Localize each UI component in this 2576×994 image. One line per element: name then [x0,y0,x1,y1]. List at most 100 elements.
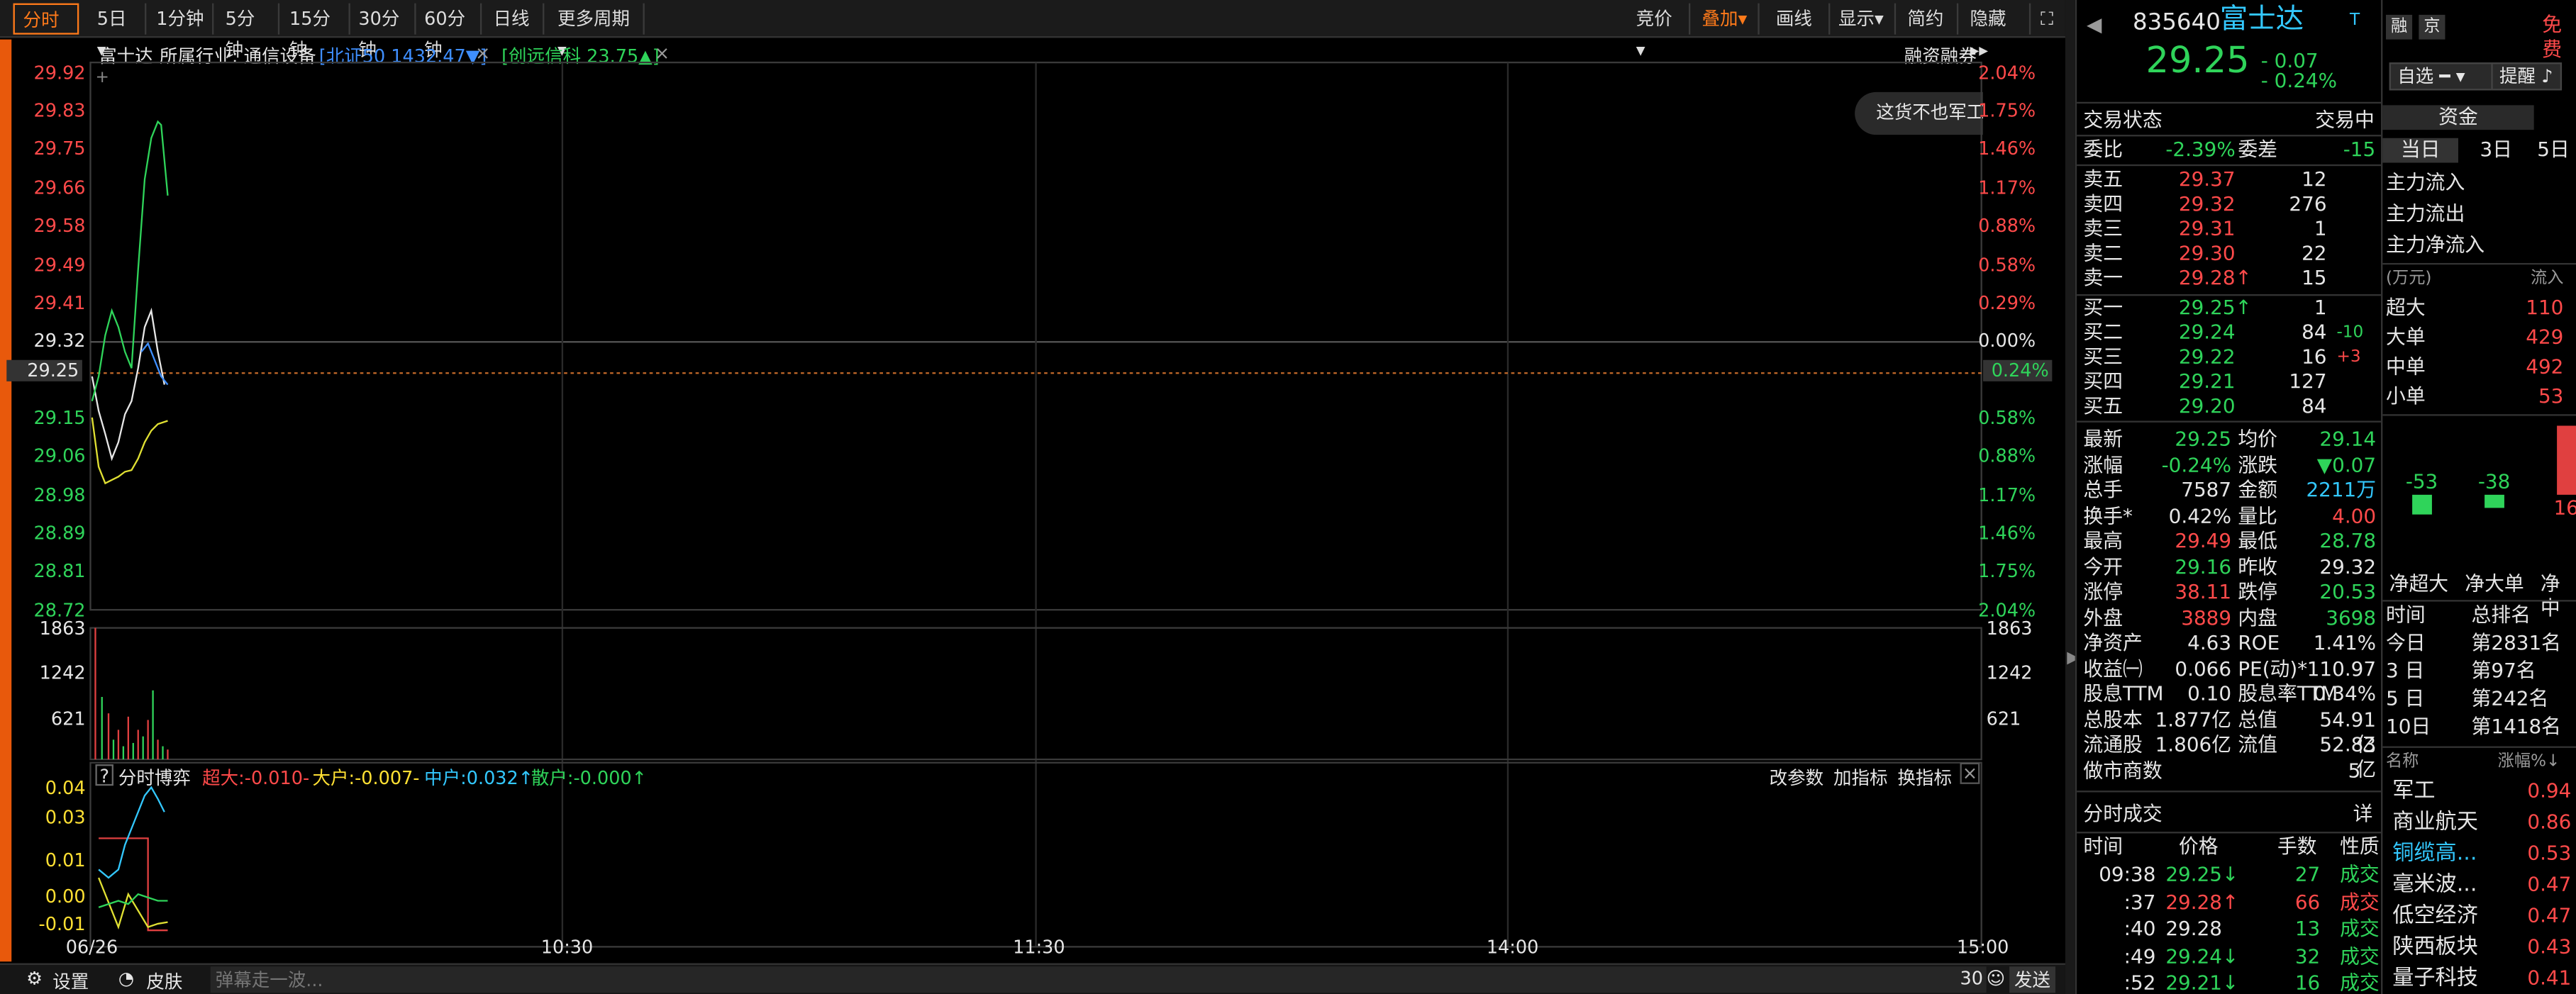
weibi-label: 委比 [2083,138,2123,162]
stat-value: 29.25 [2175,427,2232,451]
bid-volume: 127 [2289,369,2327,393]
indicator-axis: 0.04 [45,777,86,799]
trade-price: 29.28 [2165,917,2222,941]
volume-axis-right: 1242 [1986,662,2033,684]
indicator-large: 大户:-0.007- [312,767,420,789]
sector-name[interactable]: 毫米波... [2392,873,2477,898]
bid-volume: 84 [2302,320,2327,344]
tab-5min[interactable]: 5分钟 [217,3,280,61]
stat-label: ROE [2238,631,2280,654]
tab-1min[interactable]: 1分钟 [148,3,214,35]
trade-time: 09:38 [2099,863,2156,886]
close-icon[interactable]: × [1960,762,1980,784]
sector-name[interactable]: 商业航天 [2392,810,2478,835]
sector-header-pct[interactable]: 涨幅%↓ [2498,749,2560,774]
stat-value: 52.83亿 [2319,733,2377,781]
hide-button[interactable]: 隐藏▸▸ [1962,3,2031,61]
stat-label: 最高 [2083,529,2123,552]
sector-name[interactable]: 低空经济 [2392,904,2478,929]
stat-value: 0.42% [2168,503,2232,527]
net-large-value: -38 [2477,470,2511,493]
intraday-chart [89,61,1982,948]
volume-axis: 621 [50,708,86,730]
ask-volume: 276 [2289,192,2327,216]
tab-fenshi[interactable]: 分时 [13,3,79,35]
stat-value: 29.16 [2175,554,2232,578]
tab-5day[interactable]: 5日 [2537,138,2570,163]
price-change-pct: - 0.24% [2260,69,2338,92]
ask-level-label: 卖五 [2083,167,2123,191]
trades-header: 价格 [2178,834,2219,859]
bid-delta: +3 [2336,348,2361,367]
free-label[interactable]: 免费 [2542,13,2576,61]
trade-price: 29.28↑ [2165,890,2239,913]
trade-price: 29.25↓ [2165,863,2239,886]
trades-detail-button[interactable]: 详 [2353,802,2373,827]
simple-button[interactable]: 简约 [1899,3,1959,35]
edit-params-button[interactable]: 改参数 [1770,764,1824,791]
market-maker-value: 5 [2348,759,2361,783]
gear-icon[interactable]: ⚙ [26,968,43,990]
sector-name[interactable]: 陕西板块 [2392,935,2478,960]
skin-icon[interactable]: ◔ [118,968,134,990]
send-button[interactable]: 发送 [2009,966,2055,993]
draw-button[interactable]: 画线 [1767,3,1831,35]
emoji-icon[interactable]: ☺ [1987,968,2006,990]
price-axis-left: 29.92 [33,62,86,84]
net-medium-value: 16 [2553,496,2576,520]
fullscreen-icon[interactable]: ⛶ [2033,4,2063,35]
settings-button[interactable]: 设置 [52,968,89,994]
rank-period: 今日 [2385,631,2426,654]
tab-5day[interactable]: 5日 ▾ [89,3,147,61]
pct-axis-right: 0.00% [1978,330,2036,352]
danmaku-input[interactable] [210,966,1987,993]
stat-value: 54.91亿 [2319,708,2377,756]
trade-type: 成交 [2340,944,2380,968]
change-indicator-button[interactable]: 换指标 [1897,764,1952,791]
rank-period: 10日 [2385,715,2431,738]
fund-flow-panel: 免费 自选 ━ ▾ 融 京 提醒 ♪ 资金 当日 3日 5日 主力流入 主力流出… [2381,0,2576,994]
bid-price: 29.24 [2178,320,2236,344]
rong-badge: 融 [2385,14,2413,40]
help-icon[interactable]: ? [95,764,113,788]
trade-volume: 32 [2294,944,2321,968]
fund-tab[interactable]: 资金 [2382,105,2534,130]
tab-daily[interactable]: 日线 [485,3,545,35]
chevron-left-icon[interactable]: ◀ [2087,13,2102,38]
bid-volume: 84 [2302,394,2327,418]
tab-15min[interactable]: 15分钟 [281,3,350,61]
add-indicator-button[interactable]: 加指标 [1833,764,1888,791]
panel-splitter[interactable] [2065,0,2075,994]
time-axis-label: 10:30 [540,937,594,959]
tab-30min[interactable]: 30分钟 [350,3,416,61]
display-button[interactable]: 显示▾ [1830,3,1897,35]
trade-time: :40 [2123,917,2156,941]
skin-button[interactable]: 皮肤 [146,968,182,994]
sector-change: 0.53 [2527,842,2572,865]
pct-axis-right: 0.88% [1978,215,2036,237]
alert-button[interactable]: 提醒 ♪ [2491,62,2561,91]
ask-price: 29.28↑ [2178,266,2252,290]
quote-panel: ◀ 835640 富士达 T 29.25 - 0.07 - 0.24% 交易状态… [2075,0,2382,994]
trades-header: 手数 [2277,834,2317,859]
sector-name[interactable]: 铜缆高... [2392,842,2477,866]
price-axis-left: 29.32 [33,330,86,352]
tab-more-periods[interactable]: 更多周期 ▾ [549,3,645,61]
auction-button[interactable]: 竞价▾ [1628,3,1691,61]
stat-label: 涨跌 [2238,452,2278,476]
ask-volume: 12 [2302,167,2327,191]
pct-axis-right: 1.46% [1978,523,2036,545]
indicator-axis: 0.01 [45,849,86,871]
tab-today[interactable]: 当日 [2382,138,2459,163]
tab-3day[interactable]: 3日 [2458,138,2534,163]
sector-name[interactable]: 量子科技 [2392,966,2478,991]
ask-level-label: 卖四 [2083,192,2123,216]
sector-name[interactable]: 军工 [2392,779,2435,804]
tab-60min[interactable]: 60分钟 [416,3,482,61]
stat-value: 20.53 [2319,580,2377,603]
fund-row-label: 中单 [2385,354,2426,379]
weicha-label: 委差 [2238,138,2278,162]
ask-price: 29.31 [2178,217,2236,240]
overlay-button[interactable]: 叠加▾ [1694,3,1760,35]
stat-value: 110.97 [2306,657,2377,680]
